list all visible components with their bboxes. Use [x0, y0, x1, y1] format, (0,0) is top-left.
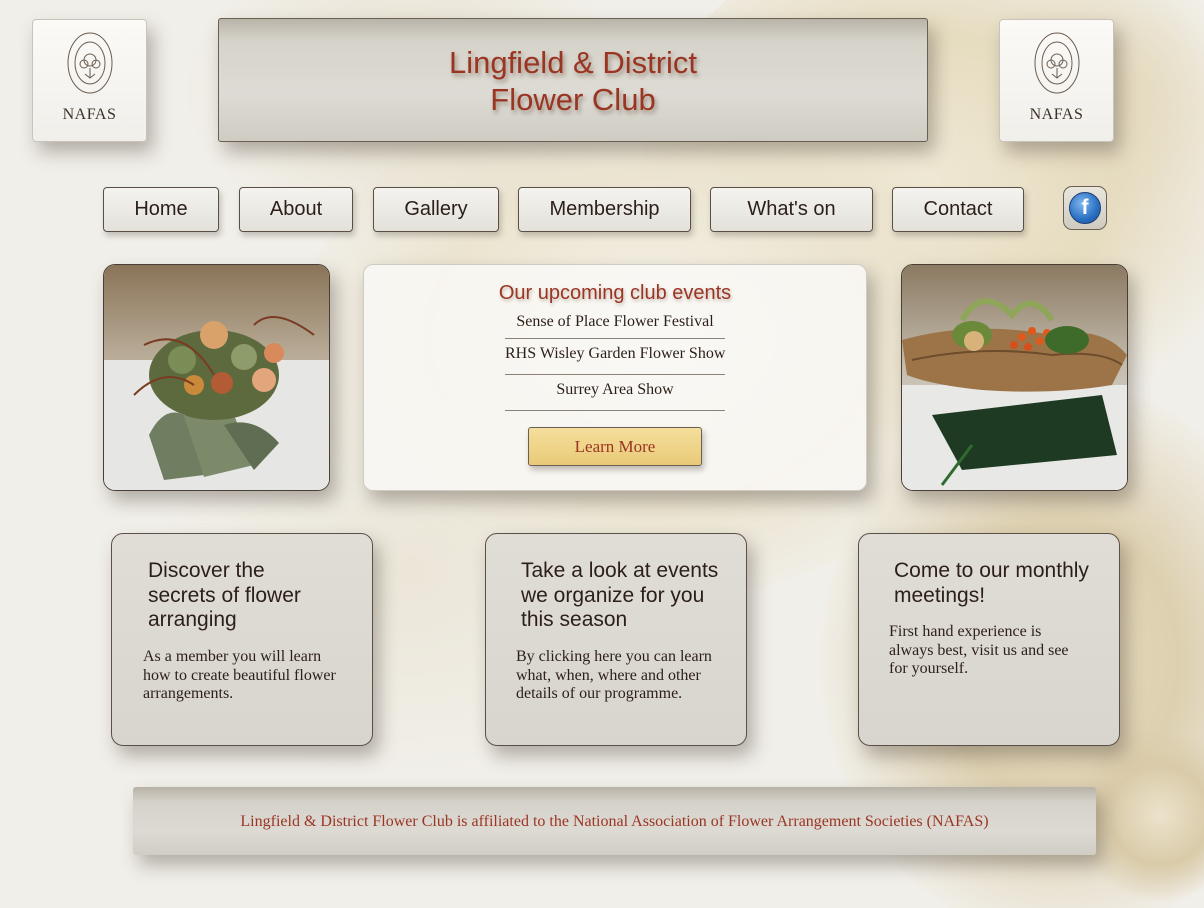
- nav-contact[interactable]: Contact: [892, 187, 1024, 232]
- events-list: Sense of Place Flower Festival RHS Wisle…: [505, 311, 725, 411]
- card-meetings[interactable]: Come to our monthly meetings! First hand…: [858, 533, 1120, 746]
- event-item[interactable]: Surrey Area Show: [505, 375, 725, 411]
- card-title: Take a look at events we organize for yo…: [521, 559, 719, 631]
- nav-membership[interactable]: Membership: [518, 187, 691, 232]
- learn-more-button[interactable]: Learn More: [528, 427, 702, 466]
- events-heading: Our upcoming club events: [498, 282, 732, 304]
- card-text: As a member you will learn how to create…: [143, 648, 336, 702]
- upcoming-events-panel: Our upcoming club events Sense of Place …: [363, 264, 867, 491]
- arrangement-photo-left: [103, 264, 330, 491]
- facebook-button[interactable]: f: [1063, 186, 1107, 230]
- site-title: Lingfield & District Flower Club: [219, 19, 927, 118]
- logo-text: NAFAS: [62, 106, 117, 123]
- site-title-line1: Lingfield & District: [448, 45, 698, 80]
- nafas-emblem-icon: [1034, 32, 1079, 94]
- nafas-emblem-icon: [67, 32, 112, 94]
- arrangement-photo-right: [901, 264, 1128, 491]
- event-item[interactable]: Sense of Place Flower Festival: [505, 311, 725, 339]
- card-text: By clicking here you can learn what, whe…: [516, 648, 712, 702]
- card-title: Discover the secrets of flower arranging: [148, 559, 301, 631]
- nav-whats-on[interactable]: What's on: [710, 187, 873, 232]
- nav-gallery[interactable]: Gallery: [373, 187, 499, 232]
- nafas-logo-right: NAFAS: [999, 19, 1114, 142]
- card-events[interactable]: Take a look at events we organize for yo…: [485, 533, 747, 746]
- nav-home[interactable]: Home: [103, 187, 219, 232]
- nav-about[interactable]: About: [239, 187, 353, 232]
- facebook-icon: f: [1069, 192, 1101, 224]
- site-header: Lingfield & District Flower Club: [218, 18, 928, 142]
- site-title-line2: Flower Club: [490, 82, 656, 117]
- footer: Lingfield & District Flower Club is affi…: [133, 787, 1096, 855]
- event-item[interactable]: RHS Wisley Garden Flower Show: [505, 339, 725, 375]
- nafas-logo-left: NAFAS: [32, 19, 147, 142]
- card-text: First hand experience is always best, vi…: [889, 623, 1069, 677]
- card-discover[interactable]: Discover the secrets of flower arranging…: [111, 533, 373, 746]
- logo-text: NAFAS: [1029, 106, 1084, 123]
- card-title: Come to our monthly meetings!: [894, 559, 1089, 607]
